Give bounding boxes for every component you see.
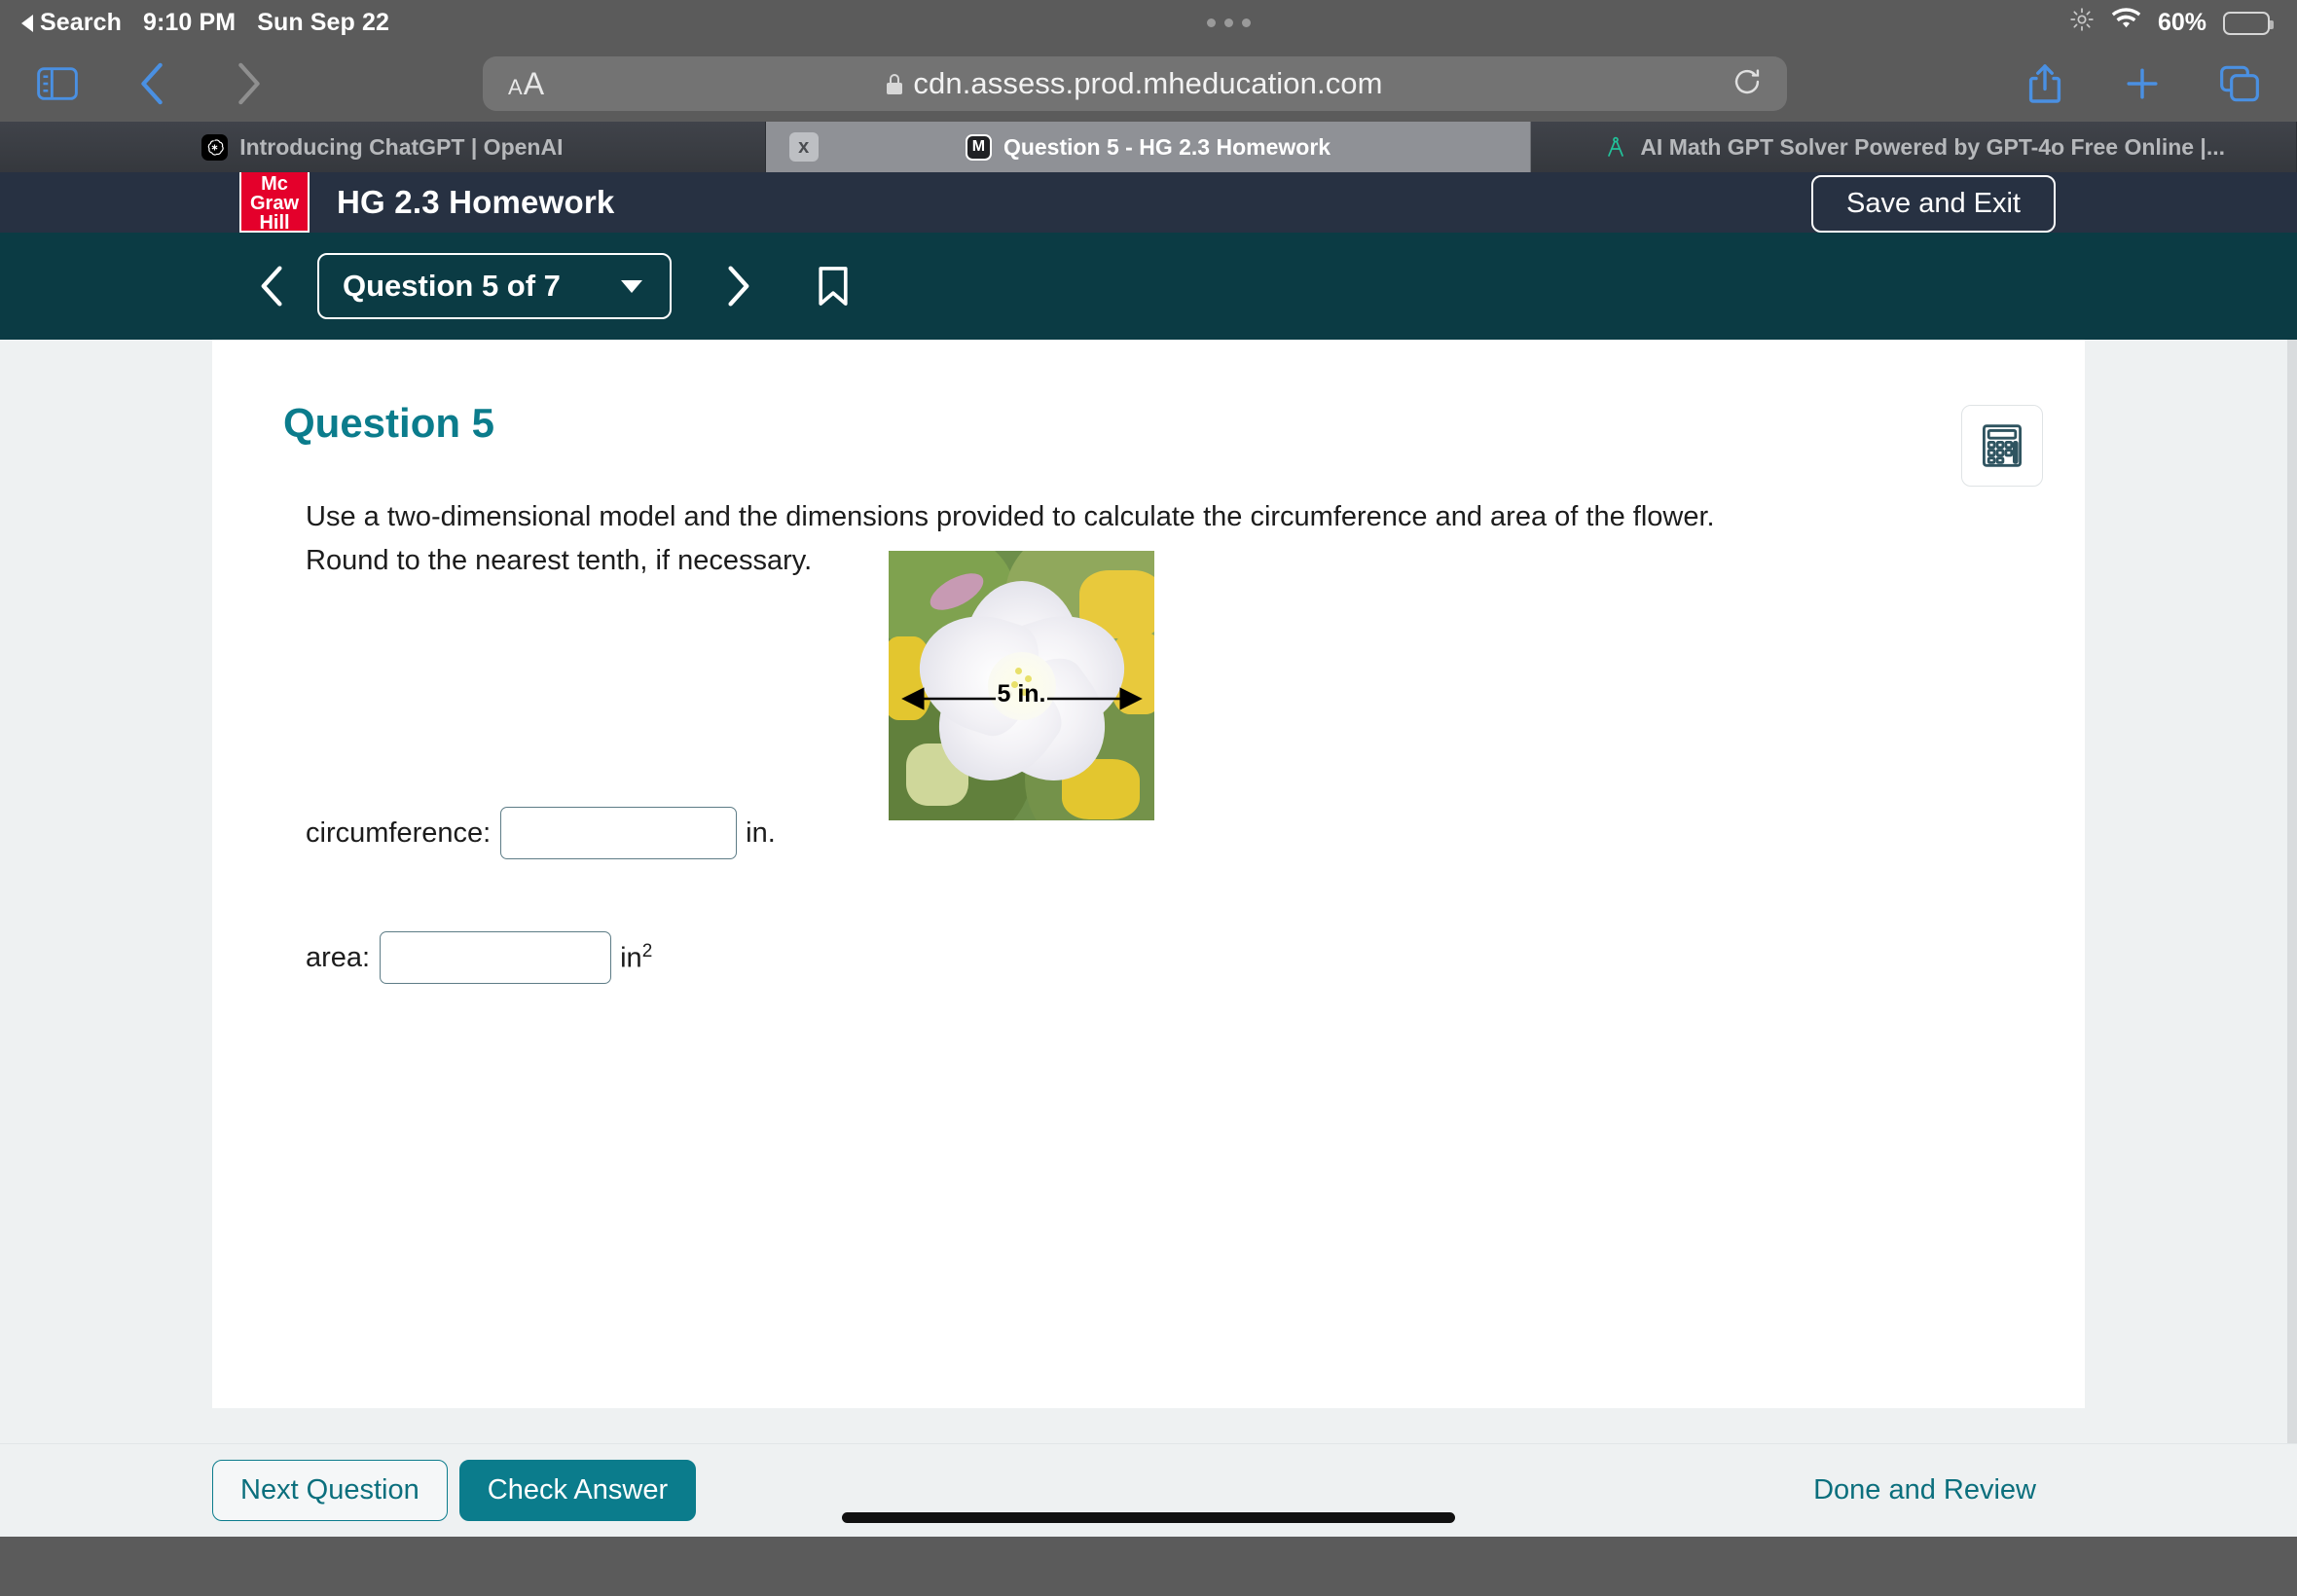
answer-row-area: area: in2 <box>306 931 652 984</box>
compass-icon <box>1602 134 1628 161</box>
back-chevron-icon[interactable] <box>125 55 181 112</box>
browser-tab-2[interactable]: AI Math GPT Solver Powered by GPT-4o Fre… <box>1531 122 2297 172</box>
question-card: Question 5 Use a two-dimensional model a… <box>212 340 2085 1408</box>
back-app-label: Search <box>40 9 122 36</box>
chevron-down-icon <box>621 279 642 293</box>
tabs-overview-icon[interactable] <box>2211 55 2268 112</box>
forward-chevron-icon[interactable] <box>220 55 276 112</box>
page-title: Question 5 <box>283 400 495 446</box>
browser-tab-title: Question 5 - HG 2.3 Homework <box>1003 133 1331 160</box>
share-icon[interactable] <box>2017 55 2073 112</box>
dot-icon <box>1207 18 1217 27</box>
question-selector-label: Question 5 of 7 <box>343 269 561 303</box>
safari-tab-bar: Introducing ChatGPT | OpenAI x M Questio… <box>0 122 2297 172</box>
home-indicator <box>842 1512 1455 1523</box>
answer-label-circumference: circumference: <box>306 816 492 849</box>
address-bar-container: AA cdn.assess.prod.mheducation.com <box>294 56 1976 111</box>
answer-row-circumference: circumference: in. <box>306 807 776 859</box>
aa-small-letter: A <box>508 74 523 99</box>
logo-line-0: Mc <box>261 173 288 195</box>
openai-logo-icon <box>201 133 229 161</box>
next-question-button[interactable] <box>705 253 771 319</box>
scrollbar-track[interactable] <box>2287 340 2297 1443</box>
calculator-icon[interactable] <box>1961 405 2043 487</box>
plus-icon[interactable] <box>2114 55 2170 112</box>
address-bar[interactable]: AA cdn.assess.prod.mheducation.com <box>483 56 1787 111</box>
close-icon[interactable]: x <box>788 132 819 162</box>
browser-tab-title: AI Math GPT Solver Powered by GPT-4o Fre… <box>1640 133 2226 160</box>
battery-percent-label: 60% <box>2157 9 2206 36</box>
wifi-icon <box>2111 8 2141 38</box>
triangle-left-icon <box>21 14 33 32</box>
circumference-input[interactable] <box>500 807 738 859</box>
next-question-bottom-button[interactable]: Next Question <box>212 1460 448 1521</box>
question-navigation-bar: Question 5 of 7 <box>0 233 2297 340</box>
aa-big-letter: A <box>523 65 545 101</box>
answer-unit-area-text: in <box>620 942 642 974</box>
status-bar-right: 60% <box>2069 7 2274 39</box>
answer-label-area: area: <box>306 941 371 973</box>
mcgraw-hill-logo: Mc Graw Hill <box>239 172 310 233</box>
sidebar-icon[interactable] <box>29 55 86 112</box>
dot-icon <box>1242 18 1252 27</box>
browser-tab-1[interactable]: x M Question 5 - HG 2.3 Homework <box>765 122 1532 172</box>
reload-icon[interactable] <box>1732 67 1762 101</box>
question-prompt-line-1: Use a two-dimensional model and the dime… <box>306 501 1715 532</box>
area-input[interactable] <box>380 931 612 984</box>
answer-unit-circumference: in. <box>746 816 776 849</box>
logo-line-1: Graw <box>249 193 300 214</box>
flower-figure-image: 5 in. <box>889 551 1154 820</box>
bottom-action-bar: Next Question Check Answer Done and Revi… <box>0 1443 2297 1537</box>
app-header: Mc Graw Hill HG 2.3 Homework Save and Ex… <box>0 172 2297 233</box>
back-to-search-button[interactable]: Search <box>21 9 122 37</box>
done-and-review-button[interactable]: Done and Review <box>1786 1461 2063 1520</box>
address-bar-url: cdn.assess.prod.mheducation.com <box>913 66 1383 100</box>
dot-icon <box>1224 18 1234 27</box>
check-answer-button[interactable]: Check Answer <box>458 1460 697 1521</box>
multitasking-dots[interactable] <box>389 18 2069 27</box>
assignment-title: HG 2.3 Homework <box>337 184 615 220</box>
safari-toolbar: AA cdn.assess.prod.mheducation.com <box>0 46 2297 122</box>
lock-icon <box>887 73 903 94</box>
status-bar-time: 9:10 PM <box>143 9 237 36</box>
aa-text-size-icon[interactable]: AA <box>508 66 544 102</box>
status-bar-left: Search 9:10 PM Sun Sep 22 <box>21 9 389 37</box>
address-bar-text-group: cdn.assess.prod.mheducation.com <box>483 66 1787 101</box>
dimension-label: 5 in. <box>997 680 1046 707</box>
brightness-icon <box>2069 7 2095 39</box>
answer-unit-area-exponent: 2 <box>641 940 653 961</box>
answer-unit-area: in2 <box>620 941 652 975</box>
question-content-scroll[interactable]: Question 5 Use a two-dimensional model a… <box>0 340 2297 1443</box>
browser-tab-0[interactable]: Introducing ChatGPT | OpenAI <box>0 122 766 172</box>
logo-line-2: Hill <box>259 212 290 233</box>
battery-icon <box>2223 11 2274 35</box>
question-selector-dropdown[interactable]: Question 5 of 7 <box>317 253 672 319</box>
previous-question-button[interactable] <box>239 253 306 319</box>
bookmark-icon[interactable] <box>800 253 866 319</box>
ios-status-bar: Search 9:10 PM Sun Sep 22 60% <box>0 0 2297 46</box>
status-bar-date: Sun Sep 22 <box>257 9 389 36</box>
browser-tab-title: Introducing ChatGPT | OpenAI <box>239 133 564 160</box>
mcgraw-hill-m-icon: M <box>965 133 992 161</box>
save-and-exit-button[interactable]: Save and Exit <box>1811 175 2056 233</box>
